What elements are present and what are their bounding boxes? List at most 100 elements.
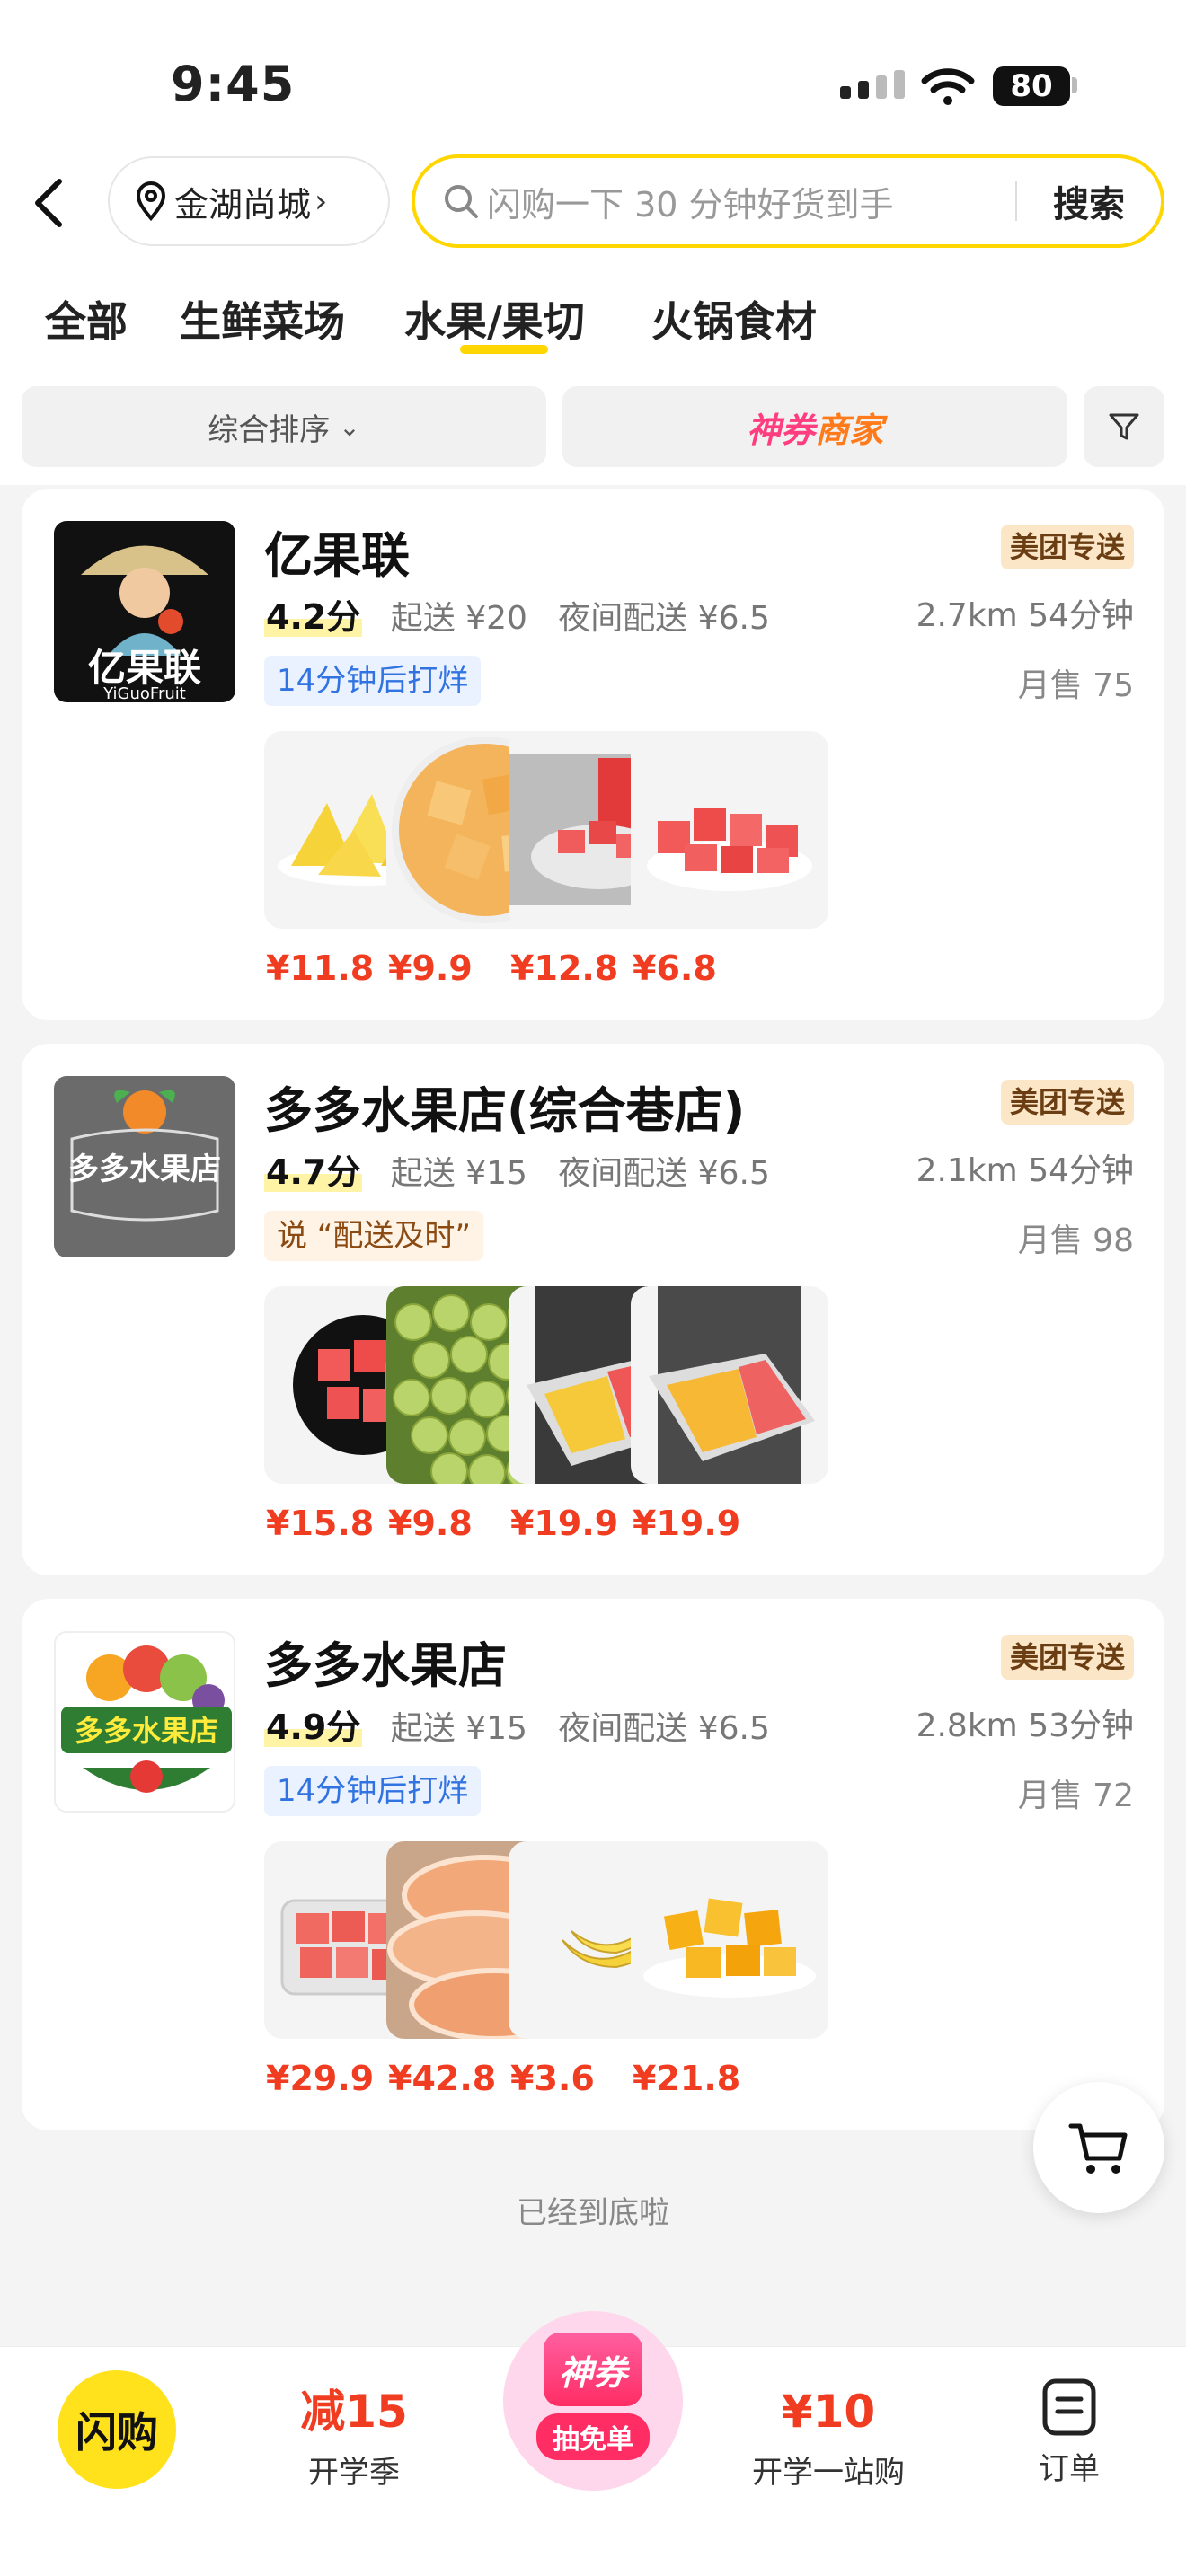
distance-time: 2.8km 53分钟	[916, 1707, 1134, 1744]
search-input[interactable]: 闪购一下 30 分钟好货到手	[487, 177, 1015, 226]
store-name[interactable]: 多多水果店	[264, 1626, 507, 1697]
coupon-merchant-filter[interactable]: 神券 商家	[562, 386, 1067, 467]
product-price: ¥9.8	[388, 1504, 473, 1543]
tab-fresh-market[interactable]: 生鲜菜场	[180, 289, 345, 348]
coupon-label: 神券	[746, 410, 815, 450]
delivery-badge: 美团专送	[1000, 1080, 1134, 1125]
store-tag: 14分钟后打烊	[264, 1766, 482, 1816]
product-price: ¥9.9	[388, 948, 473, 988]
end-of-list-text: 已经到底啦	[517, 2195, 669, 2231]
min-order: 起送 ¥15	[390, 1710, 527, 1747]
search-divider	[1015, 181, 1017, 221]
active-tab-indicator	[460, 345, 548, 354]
night-fee: 夜间配送 ¥6.5	[558, 1155, 770, 1192]
location-pin-icon	[136, 181, 166, 222]
product-price: ¥19.9	[510, 1504, 619, 1543]
search-button[interactable]: 搜索	[1053, 175, 1125, 227]
nav-back-to-school-discount[interactable]: 减15 开学季	[237, 2385, 471, 2492]
location-label: 金湖尚城	[174, 184, 312, 225]
nav-one-stop-shop[interactable]: ¥10 开学一站购	[712, 2385, 945, 2492]
night-fee: 夜间配送 ¥6.5	[558, 600, 770, 637]
product-image-mango[interactable]	[631, 1841, 828, 2039]
filter-button[interactable]	[1084, 386, 1164, 467]
header: 金湖尚城 › 闪购一下 30 分钟好货到手 搜索	[0, 154, 1186, 248]
delivery-badge: 美团专送	[1000, 525, 1134, 569]
product-image-fruit-box-2[interactable]	[631, 1286, 828, 1484]
min-order: 起送 ¥15	[390, 1155, 527, 1192]
nav-orders[interactable]: 订单	[1015, 2378, 1123, 2488]
tab-all[interactable]: 全部	[45, 289, 128, 348]
store-card[interactable]: 多多水果店 多多水果店 美团专送 4.9分 起送 ¥15 夜间配送 ¥6.5 2…	[22, 1599, 1164, 2130]
search-icon	[445, 185, 478, 218]
bottom-nav: 闪购 减15 开学季 神券 抽免单 ¥10 开学一站购 订单	[0, 2311, 1186, 2576]
store-logo: 亿果联 YiGuoFruit	[54, 521, 235, 702]
top-area: 9:45 80 金湖尚城 › 闪购一下 30 分钟好货到手 搜索 全部 生鲜菜场…	[0, 0, 1186, 485]
store-meta: 4.7分 起送 ¥15 夜间配送 ¥6.5 2.1km 54分钟	[264, 1144, 1134, 1192]
product-price: ¥11.8	[266, 948, 375, 988]
store-meta: 4.2分 起送 ¥20 夜间配送 ¥6.5 2.7km 54分钟	[264, 589, 1134, 637]
shop-amount: ¥10	[781, 2386, 876, 2438]
distance-time: 2.7km 54分钟	[916, 597, 1134, 634]
store-meta: 4.9分 起送 ¥15 夜间配送 ¥6.5 2.8km 53分钟	[264, 1699, 1134, 1747]
logo-subtext: YiGuoFruit	[102, 684, 186, 702]
status-bar: 9:45 80	[0, 54, 1186, 117]
super-coupon-label: 神券	[544, 2333, 642, 2406]
orders-label: 订单	[1039, 2451, 1100, 2487]
order-list-icon	[1042, 2378, 1096, 2436]
chevron-right-icon: ›	[314, 182, 328, 220]
discount-label: 开学季	[308, 2455, 400, 2491]
tab-fruit[interactable]: 水果/果切	[404, 289, 585, 348]
shop-label: 开学一站购	[752, 2455, 905, 2491]
distance-time: 2.1km 54分钟	[916, 1152, 1134, 1189]
monthly-sales: 月售 75	[1017, 667, 1134, 704]
logo-text: 多多水果店	[68, 1151, 221, 1187]
product-price: ¥15.8	[266, 1504, 375, 1543]
product-price: ¥29.9	[266, 2059, 375, 2098]
category-tabs: 全部 生鲜菜场 水果/果切 火锅食材	[0, 278, 1186, 359]
sort-label: 综合排序	[208, 411, 331, 448]
filter-bar: 综合排序 ⌄ 神券 商家	[0, 386, 1186, 467]
store-tag: 说 “配送及时”	[264, 1211, 484, 1261]
nav-flash-sale[interactable]: 闪购	[58, 2370, 176, 2489]
monthly-sales: 月售 72	[1017, 1778, 1134, 1814]
tab-hotpot[interactable]: 火锅食材	[651, 289, 817, 348]
product-price: ¥6.8	[633, 948, 717, 988]
store-rating: 4.7分	[264, 1152, 363, 1192]
discount-amount: 减15	[300, 2386, 408, 2438]
night-fee: 夜间配送 ¥6.5	[558, 1710, 770, 1747]
store-rating: 4.9分	[264, 1707, 363, 1747]
store-card[interactable]: 亿果联 YiGuoFruit 亿果联 美团专送 4.2分 起送 ¥20 夜间配送…	[22, 489, 1164, 1020]
location-selector[interactable]: 金湖尚城 ›	[108, 156, 390, 246]
store-logo: 多多水果店	[54, 1076, 235, 1257]
product-price: ¥19.9	[633, 1504, 741, 1543]
farmer-girl-logo: 亿果联 YiGuoFruit	[81, 545, 208, 702]
battery-icon: 80	[993, 66, 1070, 106]
product-price: ¥42.8	[388, 2059, 497, 2098]
status-time: 9:45	[171, 56, 296, 112]
store-card[interactable]: 多多水果店 多多水果店(综合巷店) 美团专送 4.7分 起送 ¥15 夜间配送 …	[22, 1044, 1164, 1575]
product-image-watermelon-cubes[interactable]	[631, 731, 828, 929]
product-price: ¥3.6	[510, 2059, 595, 2098]
merchant-label: 商家	[815, 410, 884, 450]
chevron-down-icon: ⌄	[339, 411, 360, 442]
fruit-shop-logo: 多多水果店	[61, 1645, 232, 1793]
store-name[interactable]: 多多水果店(综合巷店)	[264, 1071, 745, 1142]
funnel-icon	[1109, 413, 1139, 440]
wifi-icon	[921, 68, 975, 105]
logo-text: 亿果联	[88, 646, 201, 690]
back-arrow-icon[interactable]	[27, 176, 72, 230]
sort-dropdown[interactable]: 综合排序 ⌄	[22, 386, 546, 467]
product-price: ¥21.8	[633, 2059, 741, 2098]
logo-text: 多多水果店	[75, 1714, 218, 1748]
monthly-sales: 月售 98	[1017, 1222, 1134, 1259]
store-name[interactable]: 亿果联	[264, 516, 410, 587]
product-price: ¥12.8	[510, 948, 619, 988]
battery-tip	[1072, 77, 1077, 93]
free-order-draw-label: 抽免单	[536, 2413, 650, 2460]
store-rating: 4.2分	[264, 597, 363, 637]
nav-super-coupon[interactable]: 神券 抽免单	[503, 2311, 683, 2491]
delivery-badge: 美团专送	[1000, 1635, 1134, 1680]
search-bar[interactable]: 闪购一下 30 分钟好货到手 搜索	[412, 154, 1164, 248]
shopping-cart-icon	[1068, 2123, 1128, 2174]
store-logo: 多多水果店	[54, 1631, 235, 1813]
